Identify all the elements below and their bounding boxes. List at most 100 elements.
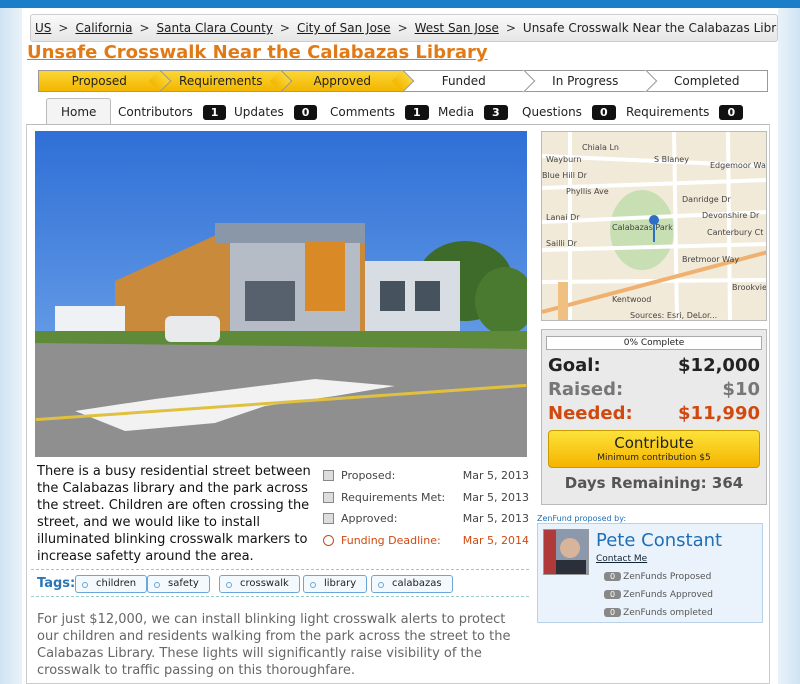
project-panel: Chiala Ln Blue Hill Dr Phyllis Ave Danri…: [26, 124, 770, 684]
step-proposed: Proposed: [38, 70, 161, 92]
date-label: Requirements Met:: [341, 490, 446, 504]
tab-comments[interactable]: Comments 1: [330, 100, 429, 124]
calendar-icon: [323, 513, 334, 524]
date-row-requirements-met: Requirements Met: Mar 5, 2013: [323, 491, 529, 512]
needed-row: Needed: $11,990: [542, 402, 766, 426]
stat-count: 0: [604, 572, 622, 581]
proposer-name[interactable]: Pete Constant: [596, 530, 722, 551]
breadcrumb-link-county[interactable]: Santa Clara County: [157, 21, 273, 35]
avatar[interactable]: [543, 529, 589, 575]
tab-label: Requirements: [626, 105, 710, 119]
calendar-icon: [323, 491, 334, 503]
raised-row: Raised: $10: [542, 378, 766, 402]
calendar-icon: [323, 470, 334, 481]
map-street-label: Brookview: [732, 283, 767, 292]
map-street-label: S Blaney: [654, 155, 689, 164]
breadcrumb-link-area[interactable]: West San Jose: [415, 21, 499, 35]
breadcrumb: US > California > Santa Clara County > City of…: [30, 14, 778, 42]
tab-requirements[interactable]: Requirements 0: [626, 100, 744, 124]
tab-questions[interactable]: Questions 0: [522, 100, 616, 124]
count-badge: 0: [293, 105, 318, 120]
map-street-label: Wayburn: [546, 155, 581, 164]
breadcrumb-separator: >: [279, 21, 290, 35]
proposer-caption: ZenFund proposed by:: [537, 514, 627, 523]
contribute-minimum: Minimum contribution $5: [597, 453, 711, 463]
tab-label: Questions: [522, 105, 582, 119]
tag-library[interactable]: library: [303, 575, 368, 593]
raised-value: $10: [722, 379, 760, 400]
stat-approved: 0 ZenFunds Approved: [604, 590, 713, 600]
step-completed: Completed: [646, 70, 768, 92]
count-badge: 0: [719, 105, 744, 120]
project-photo[interactable]: [35, 131, 527, 457]
tag-safety[interactable]: safety: [147, 575, 210, 593]
date-value: Mar 5, 2013: [462, 512, 529, 525]
stat-completed: 0 ZenFunds ompleted: [604, 608, 713, 618]
step-approved: Approved: [282, 70, 404, 92]
step-funded: Funded: [403, 70, 525, 92]
map-attribution: Sources: Esri, DeLor...: [630, 311, 717, 320]
goal-row: Goal: $12,000: [542, 354, 766, 378]
stat-label: ZenFunds Proposed: [623, 572, 712, 582]
breadcrumb-separator: >: [505, 21, 516, 35]
count-badge: 1: [202, 105, 227, 120]
map-pin-icon[interactable]: [649, 215, 659, 225]
proposer-card: Pete Constant Contact Me 0 ZenFunds Propo…: [537, 523, 763, 623]
count-badge: 3: [484, 105, 508, 120]
top-accent-bar: [0, 0, 800, 8]
map-street-label: Bretmoor Way: [682, 255, 739, 264]
map-street-label: Lanai Dr: [546, 213, 580, 222]
raised-label: Raised:: [548, 379, 624, 400]
stat-label: ZenFunds ompleted: [623, 608, 713, 618]
count-badge: 0: [591, 105, 616, 120]
date-label: Funding Deadline:: [341, 533, 441, 547]
stat-count: 0: [604, 608, 622, 617]
tag-children[interactable]: children: [75, 575, 148, 593]
needed-label: Needed:: [548, 403, 633, 424]
tab-updates[interactable]: Updates 0: [234, 100, 318, 124]
tab-bar: Home Contributors 1 Updates 0 Comments 1 Me…: [46, 98, 766, 125]
tab-home[interactable]: Home: [46, 98, 112, 125]
date-value: Mar 5, 2014: [462, 533, 529, 547]
map-park-label: Calabazas Park: [612, 223, 673, 232]
breadcrumb-current: Unsafe Crosswalk Near the Calabazas Libr…: [522, 21, 778, 35]
map-street-label: Danridge Dr: [682, 195, 731, 204]
map-street-label: Canterbury Ct: [707, 228, 763, 237]
page-gutter-left: [0, 8, 22, 684]
page-gutter-right: [778, 8, 800, 684]
tags-label: Tags:: [37, 576, 76, 591]
map-street-label: Phyllis Ave: [566, 187, 609, 196]
breadcrumb-link-us[interactable]: US: [35, 21, 51, 35]
breadcrumb-separator: >: [58, 21, 69, 35]
person-avatar-icon: [544, 530, 588, 574]
date-row-approved: Approved: Mar 5, 2013: [323, 512, 529, 533]
map-street-label: Kentwood: [612, 295, 651, 304]
tab-label: Media: [438, 105, 475, 119]
date-label: Proposed:: [341, 469, 396, 482]
contact-me-link[interactable]: Contact Me: [596, 554, 647, 564]
progress-bar: 0% Complete: [546, 336, 762, 350]
contribute-button[interactable]: Contribute Minimum contribution $5: [548, 430, 760, 468]
location-map[interactable]: Chiala Ln Blue Hill Dr Phyllis Ave Danri…: [541, 131, 767, 321]
project-description: For just $12,000, we can install blinkin…: [37, 612, 511, 678]
date-label: Approved:: [341, 512, 398, 525]
tab-media[interactable]: Media 3: [438, 100, 508, 124]
breadcrumb-link-california[interactable]: California: [75, 21, 132, 35]
stat-proposed: 0 ZenFunds Proposed: [604, 572, 711, 582]
funding-box: 0% Complete Goal: $12,000 Raised: $10 Need…: [541, 329, 767, 505]
tag-crosswalk[interactable]: crosswalk: [219, 575, 300, 593]
tag-calabazas[interactable]: calabazas: [371, 575, 453, 593]
breadcrumb-link-city[interactable]: City of San Jose: [297, 21, 391, 35]
library-photo-illustration: [35, 131, 527, 457]
map-street-label: Edgemoor Way: [710, 161, 767, 170]
needed-value: $11,990: [678, 403, 760, 424]
goal-value: $12,000: [678, 355, 760, 376]
step-requirements: Requirements: [160, 70, 282, 92]
tab-contributors[interactable]: Contributors 1: [118, 100, 227, 124]
tab-label: Home: [61, 105, 97, 119]
contribute-label: Contribute: [614, 434, 694, 452]
page-title[interactable]: Unsafe Crosswalk Near the Calabazas Libr…: [27, 42, 488, 63]
map-street-label: Chiala Ln: [582, 143, 619, 152]
date-row-funding-deadline: Funding Deadline: Mar 5, 2014: [323, 534, 529, 555]
map-street-label: Sailli Dr: [546, 239, 578, 248]
